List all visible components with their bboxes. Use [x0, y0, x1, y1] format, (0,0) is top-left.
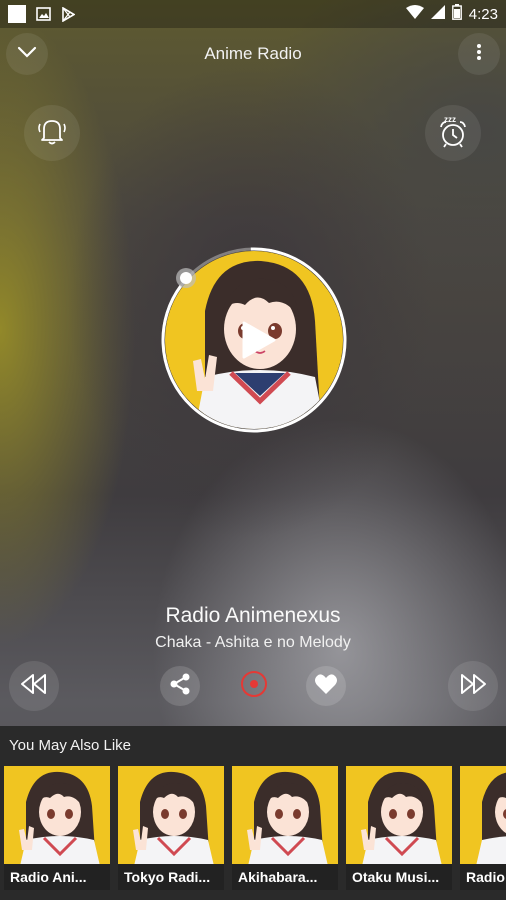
- status-bar: 4:23: [0, 0, 506, 28]
- more-options-button[interactable]: [458, 33, 500, 75]
- next-button[interactable]: [448, 661, 498, 711]
- fast-forward-icon: [459, 673, 487, 700]
- share-icon: [168, 672, 192, 701]
- station-card[interactable]: Akihabara...: [232, 766, 338, 890]
- station-card-label: Akihabara...: [232, 864, 338, 890]
- station-card-label: Radio: [460, 864, 506, 890]
- station-card-image: [4, 766, 110, 866]
- bell-ring-icon: [35, 114, 69, 153]
- notification-button[interactable]: [24, 105, 80, 161]
- wifi-icon: [405, 5, 424, 23]
- notification-square-icon: [8, 5, 26, 23]
- favorite-button[interactable]: [306, 666, 346, 706]
- share-button[interactable]: [160, 666, 200, 706]
- station-artwork[interactable]: [160, 246, 348, 434]
- heart-icon: [314, 673, 338, 700]
- station-name: Radio Animenexus: [165, 604, 341, 627]
- track-title: Chaka - Ashita e no Melody: [155, 634, 351, 651]
- station-card[interactable]: Radio Ani...: [4, 766, 110, 890]
- station-card[interactable]: Otaku Musi...: [346, 766, 452, 890]
- station-card[interactable]: Tokyo Radi...: [118, 766, 224, 890]
- record-icon: [240, 670, 268, 703]
- previous-button[interactable]: [9, 661, 59, 711]
- recommendations-list: Radio Ani... Tokyo Radi... Akihabara... …: [4, 766, 506, 892]
- recommendations-panel: You May Also Like Radio Ani... Tokyo Rad…: [0, 726, 506, 900]
- play-icon: [238, 321, 278, 364]
- sleep-timer-button[interactable]: zzz: [425, 105, 481, 161]
- top-bar: Anime Radio: [0, 28, 506, 80]
- page-title: Anime Radio: [204, 44, 302, 63]
- record-button[interactable]: [238, 670, 270, 702]
- station-card-label: Radio Ani...: [4, 864, 110, 890]
- rewind-icon: [20, 673, 48, 700]
- recommendations-heading: You May Also Like: [9, 737, 132, 754]
- battery-icon: [451, 4, 462, 24]
- station-card[interactable]: Radio: [460, 766, 506, 890]
- alarm-clock-sleep-icon: zzz: [435, 113, 471, 154]
- image-icon: [35, 6, 51, 22]
- station-card-label: Tokyo Radi...: [118, 864, 224, 890]
- status-time: 4:23: [468, 5, 498, 23]
- station-card-image: [346, 766, 452, 866]
- player-screen: 4:23 Anime Radio zzz Radio Animenexus Ch…: [0, 0, 506, 900]
- signal-icon: [430, 5, 445, 23]
- play-store-icon: [60, 6, 76, 22]
- station-card-image: [460, 766, 506, 866]
- station-card-image: [118, 766, 224, 866]
- more-vertical-icon: [476, 43, 482, 66]
- station-card-label: Otaku Musi...: [346, 864, 452, 890]
- station-card-image: [232, 766, 338, 866]
- play-button[interactable]: [238, 320, 278, 360]
